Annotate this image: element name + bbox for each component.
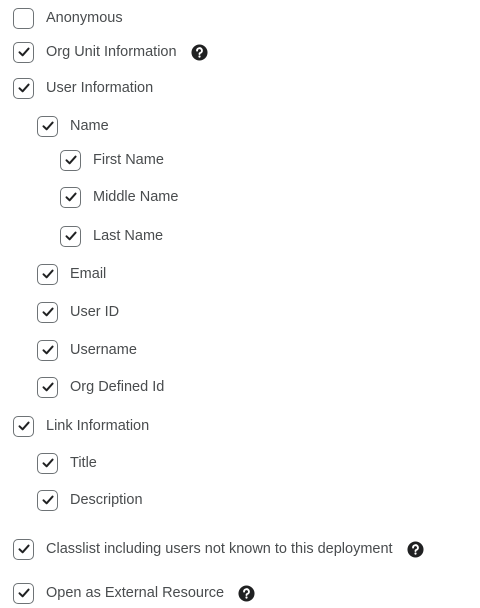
help-icon[interactable] bbox=[238, 584, 255, 602]
description-label: Description bbox=[70, 492, 143, 508]
option-anonymous[interactable]: Anonymous bbox=[13, 6, 123, 30]
check-icon bbox=[18, 544, 30, 554]
check-icon bbox=[42, 458, 54, 468]
middle-name-checkbox[interactable] bbox=[60, 186, 81, 208]
option-user-information[interactable]: User Information bbox=[13, 76, 153, 100]
check-icon bbox=[65, 231, 77, 241]
anonymous-checkbox[interactable] bbox=[13, 7, 34, 29]
option-title[interactable]: Title bbox=[37, 451, 97, 475]
option-last-name[interactable]: Last Name bbox=[60, 224, 163, 248]
email-checkbox[interactable] bbox=[37, 263, 58, 285]
description-checkbox[interactable] bbox=[37, 489, 58, 511]
user-id-label: User ID bbox=[70, 304, 120, 320]
check-icon bbox=[42, 269, 54, 279]
username-checkbox[interactable] bbox=[37, 339, 58, 361]
option-org-unit-information[interactable]: Org Unit Information bbox=[13, 40, 208, 64]
option-email[interactable]: Email bbox=[37, 262, 106, 286]
username-label: Username bbox=[70, 342, 137, 358]
check-icon bbox=[65, 155, 77, 165]
option-org-defined-id[interactable]: Org Defined Id bbox=[37, 375, 164, 399]
option-description[interactable]: Description bbox=[37, 488, 143, 512]
option-link-information[interactable]: Link Information bbox=[13, 414, 149, 438]
link-information-checkbox[interactable] bbox=[13, 415, 34, 437]
org-unit-information-label: Org Unit Information bbox=[46, 44, 177, 60]
option-open-as-external-resource[interactable]: Open as External Resource bbox=[13, 581, 255, 605]
anonymous-label: Anonymous bbox=[46, 10, 123, 26]
user-information-label: User Information bbox=[46, 80, 154, 96]
check-icon bbox=[18, 47, 30, 57]
open-as-external-resource-label: Open as External Resource bbox=[46, 585, 225, 601]
check-icon bbox=[42, 382, 54, 392]
link-information-label: Link Information bbox=[46, 418, 150, 434]
org-defined-id-checkbox[interactable] bbox=[37, 376, 58, 398]
name-checkbox[interactable] bbox=[37, 115, 58, 137]
option-first-name[interactable]: First Name bbox=[60, 148, 164, 172]
user-id-checkbox[interactable] bbox=[37, 301, 58, 323]
option-name[interactable]: Name bbox=[37, 114, 109, 138]
last-name-label: Last Name bbox=[93, 228, 164, 244]
first-name-checkbox[interactable] bbox=[60, 149, 81, 171]
org-defined-id-label: Org Defined Id bbox=[70, 379, 165, 395]
check-icon bbox=[18, 421, 30, 431]
check-icon bbox=[42, 121, 54, 131]
org-unit-information-checkbox[interactable] bbox=[13, 41, 34, 63]
check-icon bbox=[18, 588, 30, 598]
help-icon[interactable] bbox=[407, 540, 424, 558]
check-icon bbox=[18, 83, 30, 93]
last-name-checkbox[interactable] bbox=[60, 225, 81, 247]
check-icon bbox=[42, 495, 54, 505]
first-name-label: First Name bbox=[93, 152, 164, 168]
title-label: Title bbox=[70, 455, 97, 471]
option-middle-name[interactable]: Middle Name bbox=[60, 185, 178, 209]
classlist-unknown-users-label: Classlist including users not known to t… bbox=[46, 541, 393, 557]
name-label: Name bbox=[70, 118, 109, 134]
middle-name-label: Middle Name bbox=[93, 189, 179, 205]
option-user-id[interactable]: User ID bbox=[37, 300, 119, 324]
user-information-checkbox[interactable] bbox=[13, 77, 34, 99]
option-username[interactable]: Username bbox=[37, 338, 137, 362]
title-checkbox[interactable] bbox=[37, 452, 58, 474]
option-classlist-unknown-users[interactable]: Classlist including users not known to t… bbox=[13, 537, 424, 561]
classlist-unknown-users-checkbox[interactable] bbox=[13, 538, 34, 560]
check-icon bbox=[65, 192, 77, 202]
help-icon[interactable] bbox=[191, 43, 208, 61]
open-as-external-resource-checkbox[interactable] bbox=[13, 582, 34, 604]
email-label: Email bbox=[70, 266, 107, 282]
check-icon bbox=[42, 307, 54, 317]
check-icon bbox=[42, 345, 54, 355]
